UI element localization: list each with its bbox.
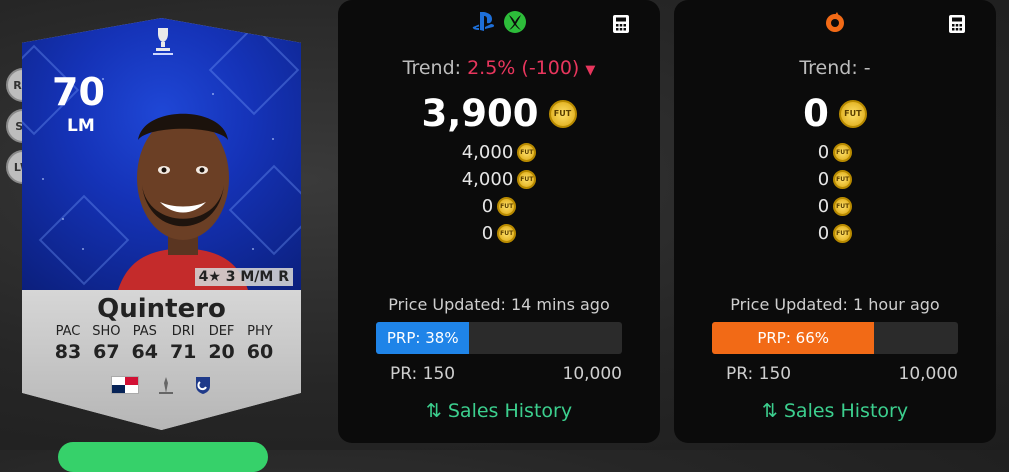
- stat-dri: DRI 71: [169, 324, 197, 363]
- stat-sho: SHO 67: [92, 324, 121, 363]
- trend-line: Trend: 2.5% (-100) ▼: [338, 57, 660, 79]
- prp-progress-bar: PRP: 66%: [712, 322, 958, 354]
- price-list-item: 4,000 FUT: [338, 139, 660, 166]
- prp-progress-fill: PRP: 38%: [376, 322, 470, 354]
- skill-weakfoot-workrate: 4★ 3 M/M R: [194, 268, 293, 286]
- price-range-min: PR: 150: [390, 364, 456, 384]
- player-card: 70 LM 4★ 3 M/M R Quintero PAC 83 SHO 67 PA…: [22, 18, 301, 430]
- price-updated-text: Price Updated: 14 mins ago: [388, 295, 610, 314]
- league-logo-icon: [158, 377, 173, 394]
- calculator-icon[interactable]: [948, 14, 966, 34]
- price-list-item: 0 FUT: [338, 220, 660, 247]
- coin-icon: FUT: [833, 143, 853, 162]
- console-price-panel: Trend: 2.5% (-100) ▼ 3,900 FUT 4,000 FUT 4…: [338, 0, 660, 443]
- prp-progress-bar: PRP: 38%: [376, 322, 622, 354]
- panama-flag-icon: [110, 376, 139, 394]
- calculator-icon[interactable]: [612, 14, 630, 34]
- price-updated-text: Price Updated: 1 hour ago: [730, 295, 940, 314]
- prp-progress-fill: PRP: 66%: [712, 322, 875, 354]
- coin-icon: FUT: [497, 224, 517, 243]
- sales-history-link[interactable]: ⇅ Sales History: [674, 400, 996, 422]
- overall-rating: 70: [52, 70, 105, 114]
- price-list-item: 0 FUT: [674, 193, 996, 220]
- sort-arrows-icon: ⇅: [761, 400, 778, 422]
- price-list: 0 FUT 0 FUT 0 FUT 0 FUT: [674, 139, 996, 247]
- lowest-price: 0 FUT: [674, 92, 996, 135]
- club-crest-icon: [195, 377, 210, 394]
- stat-phy: PHY 60: [246, 324, 274, 363]
- xbox-icon: [504, 11, 526, 33]
- price-list-item: 0 FUT: [674, 139, 996, 166]
- pc-price-panel: Trend: - 0 FUT 0 FUT 0 FUT 0 FUT 0 FUT Price…: [674, 0, 996, 443]
- price-range: PR: 150 10,000: [726, 364, 958, 384]
- sort-arrows-icon: ⇅: [425, 400, 442, 422]
- coin-icon: FUT: [838, 99, 867, 128]
- trend-label: Trend:: [799, 57, 858, 79]
- coin-icon: FUT: [517, 143, 537, 162]
- coin-icon: FUT: [833, 197, 853, 216]
- price-list: 4,000 FUT 4,000 FUT 0 FUT 0 FUT: [338, 139, 660, 247]
- coin-icon: FUT: [517, 170, 537, 189]
- price-range-max: 10,000: [898, 364, 958, 384]
- green-action-button[interactable]: [58, 442, 268, 472]
- price-list-item: 0 FUT: [674, 220, 996, 247]
- trend-value: 2.5% (-100): [467, 57, 580, 79]
- trend-down-icon: ▼: [585, 63, 596, 78]
- price-range-min: PR: 150: [726, 364, 792, 384]
- price-range-max: 10,000: [562, 364, 622, 384]
- tournament-logo: [153, 28, 173, 55]
- coin-icon: FUT: [548, 99, 577, 128]
- trend-label: Trend:: [402, 57, 462, 79]
- player-photo: [118, 113, 248, 290]
- lowest-price-value: 3,900: [421, 92, 539, 135]
- card-badges: [22, 375, 301, 395]
- stats-row: PAC 83 SHO 67 PAS 64 DRI 71 DEF 20 PHY 60: [50, 324, 278, 363]
- price-list-item: 0 FUT: [338, 193, 660, 220]
- stat-pac: PAC 83: [54, 324, 82, 363]
- playstation-icon: [472, 12, 495, 31]
- origin-icon: [826, 12, 844, 32]
- price-list-item: 0 FUT: [674, 166, 996, 193]
- stat-def: DEF 20: [208, 324, 235, 363]
- lowest-price: 3,900 FUT: [338, 92, 660, 135]
- price-range: PR: 150 10,000: [390, 364, 622, 384]
- coin-icon: FUT: [497, 197, 517, 216]
- coin-icon: FUT: [833, 170, 853, 189]
- lowest-price-value: 0: [803, 92, 829, 135]
- player-position: LM: [67, 116, 95, 136]
- coin-icon: FUT: [833, 224, 853, 243]
- sales-history-link[interactable]: ⇅ Sales History: [338, 400, 660, 422]
- trend-line: Trend: -: [674, 57, 996, 79]
- trend-value: -: [863, 57, 871, 79]
- stat-pas: PAS 64: [131, 324, 158, 363]
- price-list-item: 4,000 FUT: [338, 166, 660, 193]
- player-name: Quintero: [97, 294, 226, 324]
